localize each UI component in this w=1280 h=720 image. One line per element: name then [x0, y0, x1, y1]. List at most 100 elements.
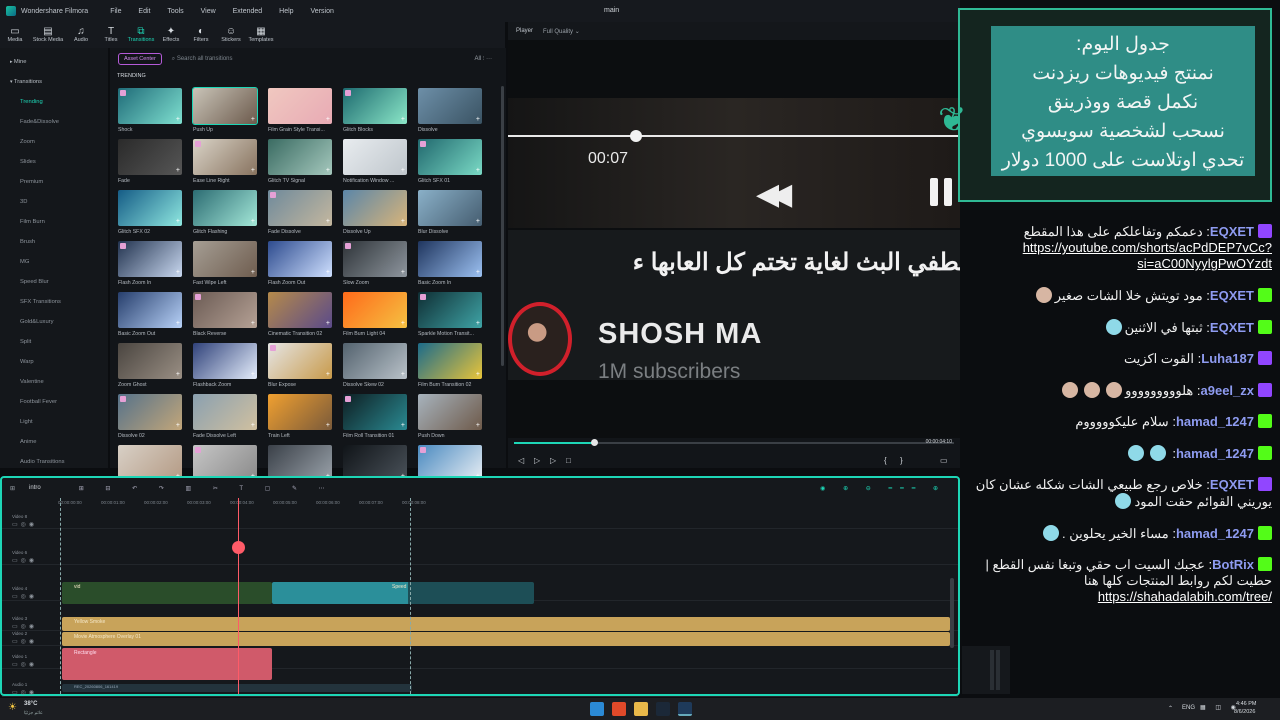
chat-username[interactable]: EQXET	[1210, 224, 1254, 239]
add-icon[interactable]: +	[251, 320, 255, 327]
chat-username[interactable]: a9eel_zx	[1201, 383, 1255, 398]
clip-vid[interactable]: vid	[62, 582, 272, 604]
track-controls-icon[interactable]: ▭◎◉	[12, 661, 37, 668]
add-icon[interactable]: +	[176, 167, 180, 174]
toolbar-titles[interactable]: T Titles	[96, 22, 126, 48]
transition-card[interactable]: + Blur Dissolve	[418, 190, 482, 241]
transition-card[interactable]: + Ease Line Right	[193, 139, 257, 190]
nav-item-mg[interactable]: MG	[0, 252, 108, 272]
transition-card[interactable]: + Film Grain Style Transi...	[268, 88, 332, 139]
transition-card[interactable]: + Basic Zoom In	[418, 241, 482, 292]
toolbar-audio[interactable]: ♫ Audio	[66, 22, 96, 48]
add-icon[interactable]: +	[251, 269, 255, 276]
transition-card[interactable]: + Basic Zoom Out	[118, 292, 182, 343]
toolbar-media[interactable]: ▭ Media	[0, 22, 30, 48]
transition-card[interactable]: + Fade	[118, 139, 182, 190]
add-icon[interactable]: +	[476, 422, 480, 429]
add-icon[interactable]: +	[326, 218, 330, 225]
brave-icon[interactable]	[612, 702, 626, 716]
track-controls-icon[interactable]: ▭◎◉	[12, 593, 37, 600]
add-icon[interactable]: +	[251, 167, 255, 174]
nav-item-anime[interactable]: Anime	[0, 432, 108, 452]
add-icon[interactable]: +	[401, 116, 405, 123]
transition-card[interactable]: + Push Down	[418, 394, 482, 445]
add-icon[interactable]: +	[476, 167, 480, 174]
transition-card[interactable]: + Dissolve Skew 02	[343, 343, 407, 394]
add-icon[interactable]: +	[401, 218, 405, 225]
add-icon[interactable]: +	[251, 371, 255, 378]
start-icon[interactable]	[590, 702, 604, 716]
nav-item-speed-blur[interactable]: Speed Blur	[0, 272, 108, 292]
chat-username[interactable]: EQXET	[1210, 320, 1254, 335]
transition-card[interactable]: + Notification Window ...	[343, 139, 407, 190]
nav-item-film-burn[interactable]: Film Burn	[0, 212, 108, 232]
transition-card[interactable]: + Dissolve	[418, 88, 482, 139]
add-icon[interactable]: +	[476, 371, 480, 378]
timeline-menu-icon[interactable]: ⊞	[10, 485, 15, 492]
add-icon[interactable]: +	[176, 269, 180, 276]
chat-username[interactable]: hamad_1247	[1176, 446, 1254, 461]
stop-icon[interactable]: □	[566, 456, 571, 465]
transition-card[interactable]: + Shock	[118, 88, 182, 139]
filter-button[interactable]: All ⫶ ⋯	[474, 56, 492, 63]
menu-help[interactable]: Help	[279, 8, 293, 15]
transition-card[interactable]: + Glitch SFX 02	[118, 190, 182, 241]
toolbar-stock-media[interactable]: ▤ Stock Media	[30, 22, 66, 48]
menu-view[interactable]: View	[201, 8, 216, 15]
transition-card[interactable]: + Film Roll Transition 01	[343, 394, 407, 445]
clip-yellow-smoke[interactable]: Yellow Smoke	[62, 617, 950, 631]
nav-item-slides[interactable]: Slides	[0, 152, 108, 172]
toolbar-filters[interactable]: ◐ Filters	[186, 22, 216, 48]
mark-in-icon[interactable]: {	[884, 456, 887, 465]
add-icon[interactable]: +	[401, 167, 405, 174]
asset-center-button[interactable]: Asset Center	[118, 53, 162, 65]
transition-card[interactable]: + Glitch Flashing	[193, 190, 257, 241]
nav-item-premium[interactable]: Premium	[0, 172, 108, 192]
nav-transitions[interactable]: ▾ Transitions	[0, 72, 108, 92]
timeline-ruler[interactable]: 00:00:00:00 00:00:01:00 00:00:02:00 00:00:0…	[58, 498, 958, 510]
menu-version[interactable]: Version	[311, 8, 334, 15]
add-icon[interactable]: +	[326, 371, 330, 378]
play-reverse-icon[interactable]: ▷	[534, 456, 540, 465]
toolbar-templates[interactable]: ▦ Templates	[246, 22, 276, 48]
nav-item-fade-dissolve[interactable]: Fade&Dissolve	[0, 112, 108, 132]
clip-audio[interactable]: REC_20260806_161419	[62, 684, 412, 692]
snapshot-icon[interactable]: ▭	[940, 456, 948, 465]
transition-card[interactable]: + Fade Dissolve Left	[193, 394, 257, 445]
clip-rectangle[interactable]: Rectangle	[62, 648, 272, 680]
transition-card[interactable]: + Film Burn Transition 02	[418, 343, 482, 394]
playhead-handle[interactable]	[232, 541, 245, 554]
add-icon[interactable]: +	[176, 116, 180, 123]
add-icon[interactable]: +	[401, 422, 405, 429]
play-icon[interactable]: ▷	[550, 456, 556, 465]
clip-overlay[interactable]: Movie Atmosphere Overlay 01	[62, 632, 950, 646]
transition-card[interactable]: + Glitch TV Signal	[268, 139, 332, 190]
file-explorer-icon[interactable]	[634, 702, 648, 716]
transition-card[interactable]: + Flashback Zoom	[193, 343, 257, 394]
menu-extended[interactable]: Extended	[233, 8, 263, 15]
track-controls-icon[interactable]: ▭◎◉	[12, 689, 37, 696]
menu-file[interactable]: File	[110, 8, 121, 15]
track-controls-icon[interactable]: ▭◎◉	[12, 521, 37, 528]
track-controls-icon[interactable]: ▭◎◉	[12, 638, 37, 645]
transition-card[interactable]: + Film Burn Light 04	[343, 292, 407, 343]
toolbar-transitions[interactable]: ⧉ Transitions	[126, 22, 156, 48]
nav-item-brush[interactable]: Brush	[0, 232, 108, 252]
add-icon[interactable]: +	[326, 116, 330, 123]
add-icon[interactable]: +	[176, 422, 180, 429]
library-scrollbar[interactable]	[501, 86, 504, 366]
nav-item-warp[interactable]: Warp	[0, 352, 108, 372]
add-icon[interactable]: +	[401, 269, 405, 276]
nav-item-football-fever[interactable]: Football Fever	[0, 392, 108, 412]
timeline-scrollbar[interactable]	[950, 578, 954, 648]
nav-item-zoom[interactable]: Zoom	[0, 132, 108, 152]
menu-tools[interactable]: Tools	[167, 8, 183, 15]
chat-username[interactable]: BotRix	[1212, 557, 1254, 572]
transition-card[interactable]: + Glitch Blocks	[343, 88, 407, 139]
more-icon[interactable]: ⋯	[486, 56, 492, 62]
player-preview[interactable]: 00:07 ◀◀ نطفي البث لغاية تختم كل العابها…	[508, 40, 960, 438]
nav-item-sfx-transitions[interactable]: SFX Transitions	[0, 292, 108, 312]
add-icon[interactable]: +	[251, 218, 255, 225]
chat-username[interactable]: hamad_1247	[1176, 414, 1254, 429]
add-icon[interactable]: +	[476, 320, 480, 327]
